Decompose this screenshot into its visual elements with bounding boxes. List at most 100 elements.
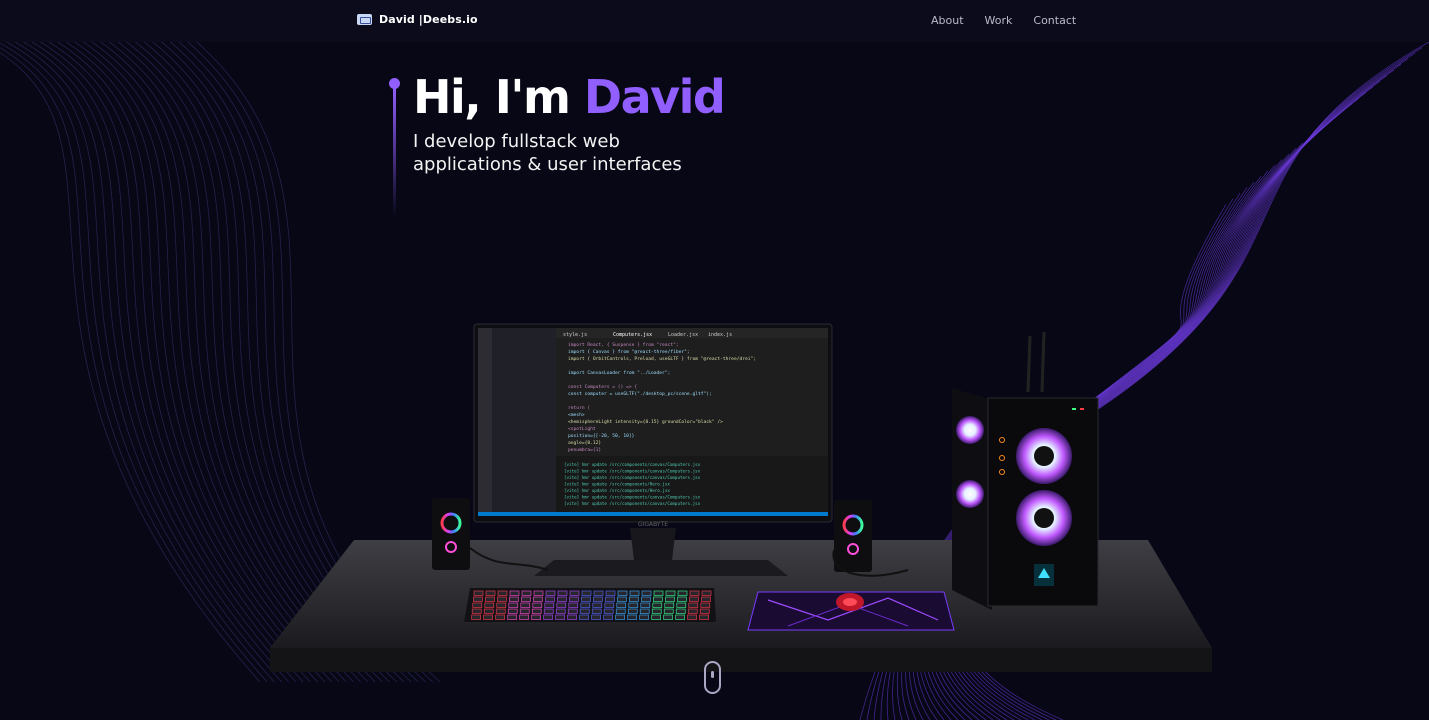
keyboard-key (688, 602, 699, 608)
keyboard-key (520, 602, 531, 608)
keyboard-key (653, 590, 664, 596)
code-line: <mesh> (568, 412, 585, 418)
keyboard-key (581, 596, 591, 602)
keyboard-key (472, 602, 483, 608)
keyboard-key (652, 602, 663, 608)
keyboard-key (629, 596, 639, 602)
keyboard-key (509, 596, 519, 602)
keyboard-key (485, 590, 496, 596)
keyboard-key (471, 614, 481, 620)
logo-icon (357, 14, 372, 25)
keyboard-key (675, 608, 686, 614)
editor-tab-label: style.js (563, 332, 587, 338)
code-line: import { OrbitControls, Preload, useGLTF… (568, 356, 756, 362)
computer-desk-scene[interactable]: style.js Computers.jsx Loader.jsx index.… (268, 320, 1218, 680)
keyboard-key (543, 608, 554, 614)
keyboard-key (640, 602, 651, 608)
code-line: angle={0.12} (568, 440, 601, 446)
keyboard-key (471, 608, 482, 614)
code-line: return ( (568, 405, 590, 411)
keyboard-key (519, 614, 529, 620)
keyboard-key (617, 590, 628, 596)
keyboard-key (665, 596, 675, 602)
keyboard-key (484, 602, 495, 608)
keyboard-key (507, 614, 517, 620)
terminal-line: [vite] hmr update /src/components/canvas… (564, 495, 701, 500)
keyboard-key (483, 614, 493, 620)
keyboard-key (557, 596, 567, 602)
keyboard-key (543, 614, 553, 620)
keyboard-key (663, 614, 673, 620)
keyboard-key (569, 590, 580, 596)
keyboard-key (699, 614, 709, 620)
scroll-indicator[interactable] (704, 661, 721, 694)
hero-title-name: David (583, 70, 726, 124)
keyboard-key (591, 614, 601, 620)
keyboard-key (677, 590, 688, 596)
keyboard-key (473, 590, 484, 596)
code-line: <spotLight (568, 426, 596, 432)
terminal-line: [vite] hmr update /src/components/Hero.j… (564, 488, 670, 493)
editor-tab-label: Loader.jsx (668, 332, 698, 338)
brand-link[interactable]: David |Deebs.io (357, 13, 478, 26)
nav-link-work[interactable]: Work (985, 14, 1013, 27)
monitor-brand: GIGABYTE (638, 521, 668, 528)
keyboard (464, 588, 716, 622)
keyboard-key (497, 596, 507, 602)
keyboard-key (605, 596, 615, 602)
keyboard-key (496, 602, 507, 608)
keyboard-key (641, 596, 651, 602)
keyboard-key (545, 590, 556, 596)
keyboard-key (665, 590, 676, 596)
keyboard-key (485, 596, 495, 602)
wave-line (14, 42, 290, 683)
keyboard-key (603, 608, 614, 614)
keyboard-key (568, 602, 579, 608)
hero-subtitle: I develop fullstack web applications & u… (413, 131, 682, 175)
nav-link-about[interactable]: About (931, 14, 964, 27)
keyboard-key (555, 614, 565, 620)
code-line: import React, { Suspense } from "react"; (568, 342, 679, 348)
keyboard-key (629, 590, 640, 596)
keyboard-key (567, 614, 577, 620)
nav-link-contact[interactable]: Contact (1033, 14, 1076, 27)
left-speaker (432, 498, 470, 570)
keyboard-key (653, 596, 663, 602)
keyboard-key (687, 608, 698, 614)
keyboard-key (605, 590, 616, 596)
keyboard-key (532, 602, 543, 608)
editor-tab-label: index.js (708, 332, 732, 338)
keyboard-key (639, 614, 649, 620)
keyboard-key (591, 608, 602, 614)
keyboard-key (676, 602, 687, 608)
keyboard-key (639, 608, 650, 614)
keyboard-key (579, 608, 590, 614)
keyboard-key (700, 602, 711, 608)
keyboard-key (627, 608, 638, 614)
keyboard-key (473, 596, 483, 602)
keyboard-key (495, 608, 506, 614)
keyboard-key (509, 590, 520, 596)
mouse-scroll-icon (711, 671, 714, 678)
keyboard-key (689, 596, 699, 602)
terminal-line: [vite] hmr update /src/components/canvas… (564, 501, 701, 506)
keyboard-key (687, 614, 697, 620)
keyboard-key (519, 608, 530, 614)
keyboard-key (533, 596, 543, 602)
keyboard-key (508, 602, 519, 608)
keyboard-key (651, 608, 662, 614)
editor-tab-label-active: Computers.jsx (613, 332, 652, 338)
keyboard-key (556, 602, 567, 608)
keyboard-key (497, 590, 508, 596)
keyboard-key (699, 608, 710, 614)
keyboard-key (581, 590, 592, 596)
desk-front (270, 648, 1212, 672)
keyboard-key (533, 590, 544, 596)
keyboard-key (627, 614, 637, 620)
keyboard-key (567, 608, 578, 614)
keyboard-key (664, 602, 675, 608)
nav-links: About Work Contact (931, 14, 1076, 27)
terminal-line: [vite] hmr update /src/components/canvas… (564, 469, 701, 474)
pc-tower (952, 331, 1099, 610)
wave-line (0, 52, 261, 683)
